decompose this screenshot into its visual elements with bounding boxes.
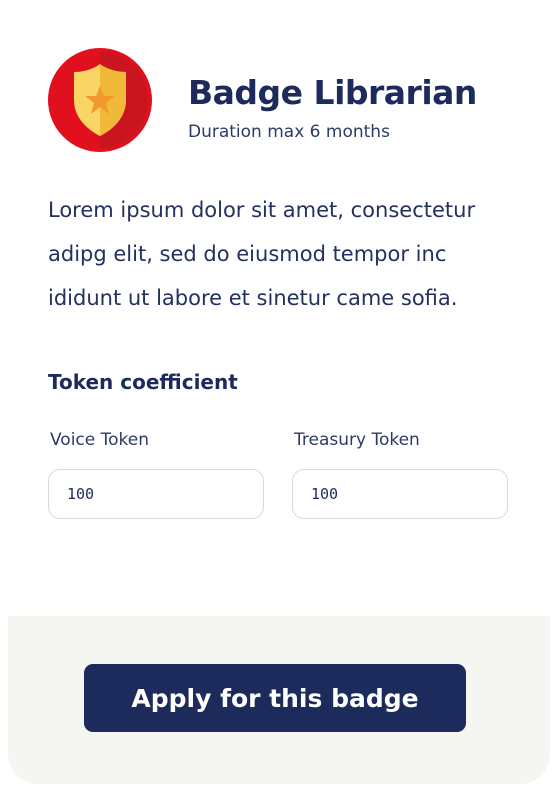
voice-token-input[interactable]: [48, 469, 264, 519]
card-footer: Apply for this badge: [8, 616, 550, 784]
voice-token-label: Voice Token: [50, 430, 150, 450]
treasury-token-label: Treasury Token: [294, 430, 420, 450]
badge-title: Badge Librarian: [188, 73, 477, 112]
shield-star-badge-icon: [48, 48, 152, 152]
token-coefficient-heading: Token coefficient: [48, 370, 238, 394]
badge-duration: Duration max 6 months: [188, 122, 390, 142]
badge-description: Lorem ipsum dolor sit amet, consectetur …: [48, 198, 476, 310]
badge-card: Badge Librarian Duration max 6 months Lo…: [8, 0, 550, 784]
treasury-token-input[interactable]: [292, 469, 508, 519]
apply-badge-button[interactable]: Apply for this badge: [84, 664, 466, 732]
